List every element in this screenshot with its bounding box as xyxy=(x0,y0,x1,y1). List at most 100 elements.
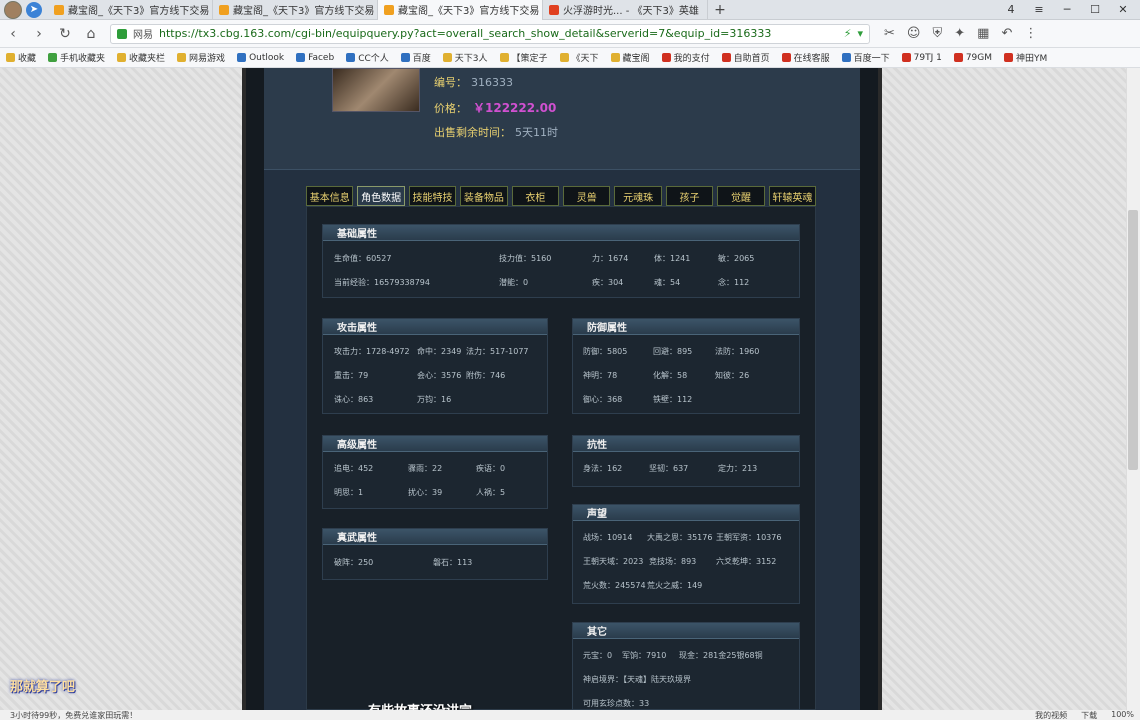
stat-experience: 当前经验：16579338794 xyxy=(334,278,430,287)
tab-soul-orb[interactable]: 元魂珠 xyxy=(614,186,662,206)
forward-icon[interactable]: › xyxy=(26,26,52,42)
stat-battlefield: 战场：10914 xyxy=(583,533,633,542)
apps-grid-icon[interactable]: ▦ xyxy=(977,26,989,41)
browser-tab-1[interactable]: 藏宝阁_《天下3》官方线下交易 xyxy=(48,0,213,20)
status-download-link[interactable]: 下载 xyxy=(1081,710,1097,720)
stat-heavy-strike: 重击：79 xyxy=(334,371,369,380)
bookmark-item[interactable]: 在线客服 xyxy=(776,51,836,64)
home-icon[interactable]: ⌂ xyxy=(78,26,104,42)
tab-favicon-icon xyxy=(54,4,64,15)
folder-icon xyxy=(177,53,187,62)
bookmark-item[interactable]: Outlook xyxy=(231,53,290,63)
bookmark-item[interactable]: 百度 xyxy=(395,51,437,64)
stat-liuyao: 六爻乾坤：3152 xyxy=(716,557,777,566)
tab-awakening[interactable]: 觉醒 xyxy=(717,186,765,206)
item-id-row: 编号： 316333 xyxy=(434,76,513,89)
scrollbar-thumb[interactable] xyxy=(1128,210,1138,470)
tab-pets[interactable]: 灵兽 xyxy=(563,186,611,206)
paw-icon xyxy=(841,53,851,62)
stat-soul: 魂：54 xyxy=(654,278,681,287)
stat-dynasty-sky: 王朝天域：2023 xyxy=(583,557,644,566)
shield-icon[interactable]: ⛨ xyxy=(932,26,942,41)
stat-extra-damage: 附伤：746 xyxy=(466,371,506,380)
stat-magic-defense: 法防：1960 xyxy=(715,347,760,356)
site-label: 网易 xyxy=(133,30,153,41)
page-icon xyxy=(442,53,452,62)
bookmark-item[interactable]: 我的支付 xyxy=(656,51,716,64)
bookmark-item[interactable]: 自助首页 xyxy=(716,51,776,64)
bookmark-item[interactable]: 《天下 xyxy=(554,51,605,64)
stat-xuanzhen: 可用玄珍点数：33 xyxy=(583,699,650,708)
browser-tab-bar: ➤ 藏宝阁_《天下3》官方线下交易 藏宝阁_《天下3》官方线下交易 藏宝阁_《天… xyxy=(0,0,1140,20)
address-bar: ‹ › ↻ ⌂ 网易 https://tx3.cbg.163.com/cgi-b… xyxy=(0,20,1140,48)
stat-zhuidian: 追电：452 xyxy=(334,464,374,473)
resistance-box: 抗性 xyxy=(572,435,800,487)
bookmark-item[interactable]: 天下3人 xyxy=(437,51,494,64)
menu-icon[interactable]: ≡ xyxy=(1032,3,1046,16)
stat-mingsi: 明思：1 xyxy=(334,488,364,497)
browser-tab-4[interactable]: 火浮游时光... - 《天下3》英雄 xyxy=(543,0,708,20)
user-icon[interactable]: ☺ xyxy=(907,26,921,41)
status-bar: 3小时待99秒，免费兑谁家田玩需！ 我的视频 下载 100% xyxy=(0,710,1140,720)
tab-wardrobe[interactable]: 衣柜 xyxy=(511,186,560,206)
page-icon xyxy=(661,53,671,62)
bookmark-item[interactable]: 藏宝阁 xyxy=(605,51,656,64)
bookmark-item[interactable]: 79TJ 1 xyxy=(896,53,948,63)
zoom-level[interactable]: 100% xyxy=(1111,710,1134,720)
bookmark-item[interactable]: 手机收藏夹 xyxy=(42,51,111,64)
tab-equipment[interactable]: 装备物品 xyxy=(460,186,508,206)
scissors-icon[interactable]: ✂ xyxy=(884,26,895,41)
refresh-icon[interactable]: ↻ xyxy=(52,26,78,42)
url-input[interactable]: 网易 https://tx3.cbg.163.com/cgi-bin/equip… xyxy=(110,23,870,44)
item-time-row: 出售剩余时间： 5天11时 xyxy=(434,126,558,139)
page-icon xyxy=(610,53,620,62)
stat-agility: 敏：2065 xyxy=(718,254,755,263)
bookmark-item[interactable]: 网易游戏 xyxy=(171,51,231,64)
browser-tab-3[interactable]: 藏宝阁_《天下3》官方线下交易✕ xyxy=(378,0,543,20)
more-menu-icon[interactable]: ⋮ xyxy=(1024,26,1037,41)
bookmark-item[interactable]: 神田YM xyxy=(998,51,1053,64)
section-title: 攻击属性 xyxy=(323,319,547,335)
stat-jiyu: 疾语：0 xyxy=(476,464,506,473)
page-icon xyxy=(953,53,963,62)
section-title: 基础属性 xyxy=(323,225,799,241)
tab-basic-info[interactable]: 基本信息 xyxy=(306,186,354,206)
dropdown-icon[interactable]: ▾ xyxy=(857,27,863,40)
status-video-link[interactable]: 我的视频 xyxy=(1035,710,1067,720)
navigation-icon[interactable]: ➤ xyxy=(26,1,42,18)
new-tab-button[interactable]: + xyxy=(708,2,732,18)
status-promo-text[interactable]: 3小时待99秒，免费兑谁家田玩需！ xyxy=(10,710,137,720)
bookmark-item[interactable]: Faceb xyxy=(290,53,340,63)
stat-huanghuo: 荒火数：245574 xyxy=(583,581,646,590)
bookmark-item[interactable]: CC个人 xyxy=(340,51,395,64)
tab-character-data[interactable]: 角色数据 xyxy=(357,186,405,206)
undo-icon[interactable]: ↶ xyxy=(1001,26,1012,41)
secure-lock-icon xyxy=(117,28,127,39)
tab-skills[interactable]: 技能特技 xyxy=(408,186,457,206)
back-icon[interactable]: ‹ xyxy=(0,26,26,42)
browser-avatar[interactable] xyxy=(4,0,22,19)
folder-icon xyxy=(117,53,127,62)
stat-cash: 现金：281金25银68铜 xyxy=(679,651,763,660)
stat-dayu: 大禹之恩：35176 xyxy=(647,533,713,542)
minimize-icon[interactable]: ─ xyxy=(1060,3,1074,16)
url-text[interactable]: https://tx3.cbg.163.com/cgi-bin/equipque… xyxy=(159,27,838,40)
bookmark-item[interactable]: 【策定子 xyxy=(494,51,554,64)
bookmark-item[interactable]: 收藏 xyxy=(0,51,42,64)
tab-hero-soul[interactable]: 轩辕英魂 xyxy=(768,186,817,206)
stat-shenqi: 神启境界：【天魂】陆天玖境界 xyxy=(583,675,691,684)
tab-count-badge[interactable]: 4 xyxy=(1004,3,1018,16)
extension-icon[interactable]: ✦ xyxy=(954,26,965,41)
stat-zhibi: 知彼：26 xyxy=(715,371,750,380)
bookmark-item[interactable]: 收藏夹栏 xyxy=(111,51,171,64)
browser-tab-2[interactable]: 藏宝阁_《天下3》官方线下交易 xyxy=(213,0,378,20)
stat-attack: 攻击力：1728-4972 xyxy=(334,347,410,356)
bookmark-item[interactable]: 百度一下 xyxy=(836,51,896,64)
lightning-icon[interactable]: ⚡ xyxy=(844,27,852,40)
tab-children[interactable]: 孩子 xyxy=(665,186,714,206)
bookmark-item[interactable]: 79GM xyxy=(948,53,998,63)
maximize-icon[interactable]: ☐ xyxy=(1088,3,1102,16)
close-icon[interactable]: ✕ xyxy=(1116,3,1130,16)
other-box: 其它 xyxy=(572,622,800,710)
star-icon xyxy=(6,53,15,62)
